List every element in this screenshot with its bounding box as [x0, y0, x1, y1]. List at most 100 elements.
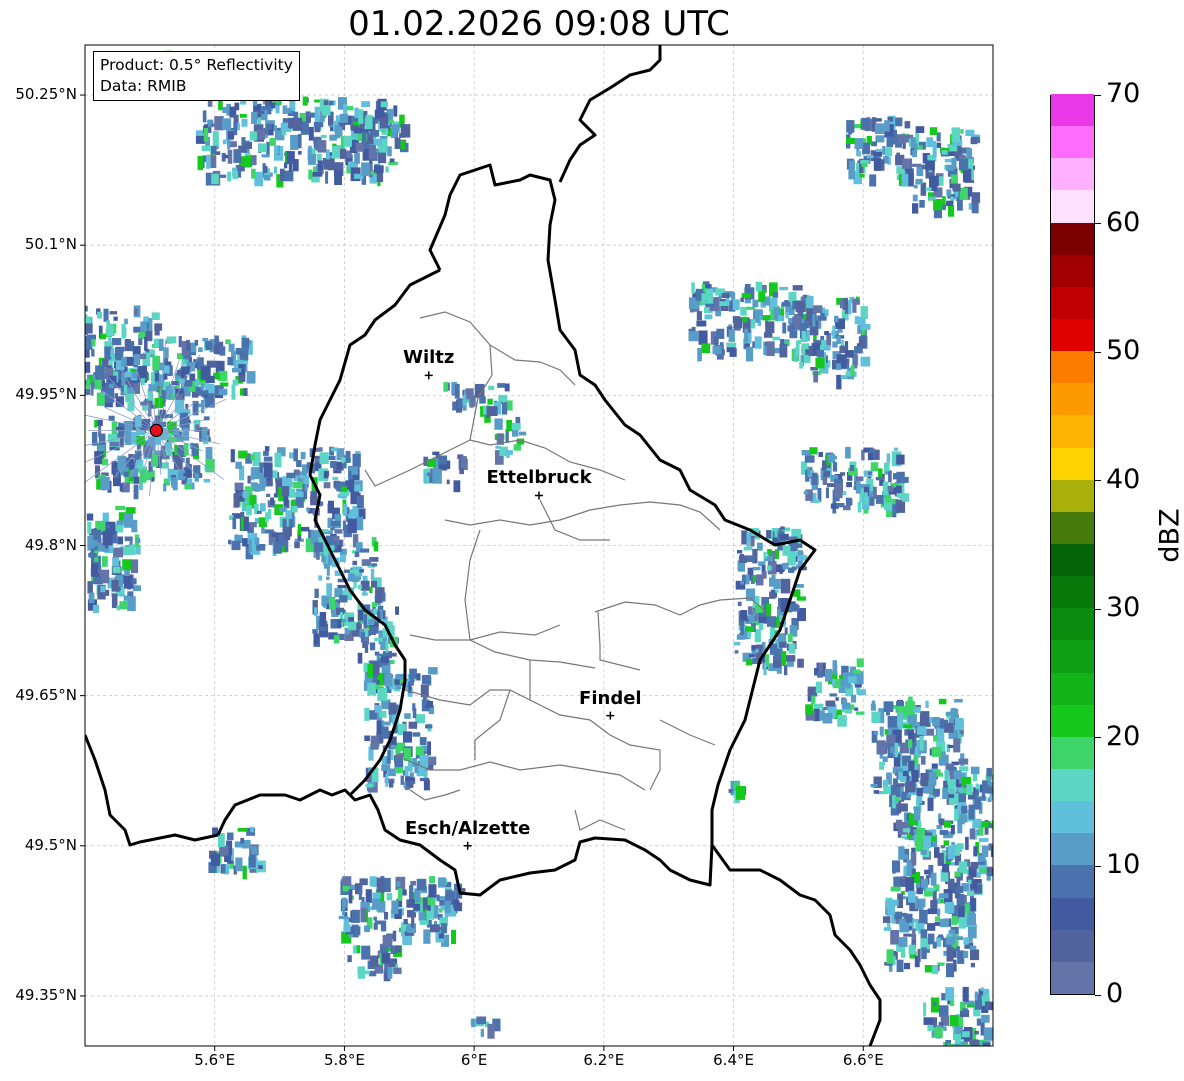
echo-pixel	[818, 452, 823, 457]
echo-pixel	[246, 371, 256, 384]
echo-pixel	[958, 758, 969, 765]
echo-pixel	[395, 606, 399, 615]
echo-pixel	[312, 172, 323, 177]
echo-pixel	[409, 668, 417, 679]
echo-pixel	[913, 184, 918, 189]
echo-pixel	[895, 485, 902, 494]
echo-pixel	[178, 336, 182, 348]
echo-pixel	[320, 134, 327, 139]
colorbar-segment	[1051, 511, 1094, 544]
echo-pixel	[203, 394, 208, 398]
echo-pixel	[504, 383, 510, 392]
echo-pixel	[892, 860, 901, 873]
echo-pixel	[119, 593, 125, 597]
echo-pixel	[310, 491, 318, 497]
echo-pixel	[369, 130, 380, 137]
echo-pixel	[112, 566, 121, 574]
echo-pixel	[836, 335, 841, 344]
echo-pixel	[795, 584, 804, 588]
echo-pixel	[144, 337, 148, 351]
echo-pixel	[235, 857, 243, 872]
echo-pixel	[766, 616, 777, 627]
echo-pixel	[696, 311, 702, 321]
echo-pixel	[412, 703, 416, 712]
echo-pixel	[281, 486, 290, 497]
echo-pixel	[139, 353, 147, 360]
echo-pixel	[400, 124, 411, 138]
colorbar-tick	[1095, 865, 1101, 867]
echo-pixel	[163, 483, 167, 492]
echo-pixel	[961, 776, 972, 786]
echo-pixel	[384, 912, 389, 920]
echo-pixel	[244, 155, 252, 168]
echo-pixel	[271, 470, 278, 479]
echo-pixel	[97, 372, 106, 380]
colorbar-tick-label: 40	[1106, 463, 1141, 495]
echo-pixel	[930, 874, 935, 886]
echo-pixel	[202, 110, 207, 123]
echo-pixel	[377, 687, 388, 701]
echo-pixel	[859, 173, 865, 178]
echo-pixel	[286, 472, 296, 479]
echo-pixel	[782, 562, 789, 570]
echo-pixel	[928, 196, 936, 201]
echo-pixel	[981, 1014, 990, 1023]
echo-pixel	[898, 937, 908, 947]
echo-pixel	[393, 967, 402, 975]
echo-pixel	[261, 154, 270, 158]
echo-pixel	[182, 427, 190, 441]
echo-pixel	[297, 134, 302, 149]
echo-pixel	[982, 780, 988, 786]
echo-pixel	[934, 847, 940, 858]
echo-pixel	[505, 429, 509, 444]
echo-pixel	[846, 702, 851, 709]
echo-pixel	[391, 900, 399, 914]
echo-pixel	[818, 315, 827, 321]
echo-pixel	[970, 137, 978, 145]
colorbar-segment	[1051, 382, 1094, 416]
echo-pixel	[945, 711, 953, 716]
echo-pixel	[260, 503, 266, 512]
echo-pixel	[387, 749, 391, 764]
echo-pixel	[763, 662, 767, 676]
echo-pixel	[854, 346, 863, 354]
echo-pixel	[925, 187, 932, 191]
echo-pixel	[389, 780, 394, 788]
echo-pixel	[816, 349, 824, 358]
echo-pixel	[977, 855, 986, 862]
echo-pixel	[100, 333, 107, 340]
colorbar-tick	[1095, 480, 1101, 482]
colorbar-tick-label: 70	[1106, 78, 1141, 109]
echo-pixel	[307, 153, 317, 165]
echo-pixel	[954, 699, 963, 703]
echo-pixel	[241, 137, 246, 145]
echo-pixel	[885, 147, 892, 157]
echo-pixel	[228, 343, 235, 352]
echo-pixel	[316, 552, 320, 560]
echo-pixel	[283, 494, 289, 507]
echo-pixel	[871, 711, 881, 723]
echo-pixel	[873, 151, 882, 157]
echo-pixel	[908, 760, 915, 772]
echo-pixel	[263, 456, 273, 462]
echo-pixel	[945, 936, 955, 945]
colorbar-tick	[1095, 994, 1101, 996]
echo-pixel	[347, 573, 355, 582]
echo-pixel	[313, 633, 319, 645]
echo-pixel	[334, 170, 342, 185]
echo-pixel	[428, 884, 437, 898]
echo-pixel	[181, 359, 186, 366]
echo-pixel	[282, 476, 287, 487]
echo-pixel	[114, 393, 119, 399]
echo-pixel	[237, 828, 248, 832]
echo-pixel	[204, 124, 209, 128]
echo-pixel	[212, 131, 219, 146]
echo-pixel	[876, 495, 884, 504]
echo-pixel	[772, 336, 781, 341]
echo-pixel	[376, 720, 382, 735]
echo-pixel	[960, 129, 964, 134]
echo-pixel	[313, 121, 324, 128]
echo-pixel	[954, 849, 960, 856]
echo-pixel	[913, 706, 921, 713]
echo-pixel	[916, 787, 923, 797]
